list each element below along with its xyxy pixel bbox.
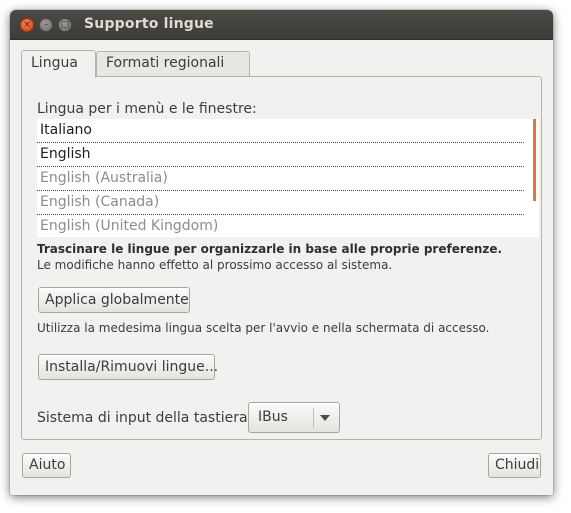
install-remove-languages-button[interactable]: Installa/Rimuovi lingue... xyxy=(38,354,218,380)
help-button[interactable]: Aiuto xyxy=(22,453,71,478)
language-tab-panel: Lingua per i menù e le finestre: Italian… xyxy=(21,76,542,440)
window-title: Supporto lingue xyxy=(84,16,214,32)
language-item-english-canada[interactable]: English (Canada) xyxy=(37,191,524,215)
tab-lingua[interactable]: Lingua xyxy=(21,50,96,78)
language-item-italiano[interactable]: Italiano xyxy=(37,119,524,143)
language-item-english-australia[interactable]: English (Australia) xyxy=(37,167,524,191)
keyboard-input-system-label: Sistema di input della tastiera: xyxy=(37,410,253,426)
chevron-down-icon xyxy=(320,415,330,421)
language-list[interactable]: Italiano English English (Australia) Eng… xyxy=(37,119,539,237)
window-close-button[interactable]: × xyxy=(20,18,34,32)
relogin-hint: Le modifiche hanno effetto al prossimo a… xyxy=(37,258,393,272)
active-languages-indicator xyxy=(533,119,536,201)
window-maximize-button[interactable]: □ xyxy=(58,18,72,32)
window: × – □ Supporto lingue Lingua Formati reg… xyxy=(10,10,553,495)
language-item-english-uk[interactable]: English (United Kingdom) xyxy=(37,215,524,239)
language-item-english[interactable]: English xyxy=(37,143,524,167)
window-minimize-button[interactable]: – xyxy=(39,18,53,32)
minimize-icon: – xyxy=(43,19,49,30)
maximize-icon: □ xyxy=(60,19,70,30)
drag-hint: Trascinare le lingue per organizzarle in… xyxy=(37,242,503,256)
language-list-label: Lingua per i menù e le finestre: xyxy=(37,101,257,117)
close-icon: × xyxy=(23,19,31,30)
apply-description: Utilizza la medesima lingua scelta per l… xyxy=(37,321,490,335)
titlebar: × – □ Supporto lingue xyxy=(10,10,553,40)
keyboard-input-system-select[interactable]: IBus xyxy=(248,402,340,433)
combo-separator xyxy=(313,408,314,428)
tab-formati-regionali[interactable]: Formati regionali xyxy=(96,51,250,76)
close-button[interactable]: Chiudi xyxy=(488,453,541,478)
keyboard-input-system-value: IBus xyxy=(258,409,288,425)
apply-globally-button[interactable]: Applica globalmente xyxy=(38,287,190,313)
